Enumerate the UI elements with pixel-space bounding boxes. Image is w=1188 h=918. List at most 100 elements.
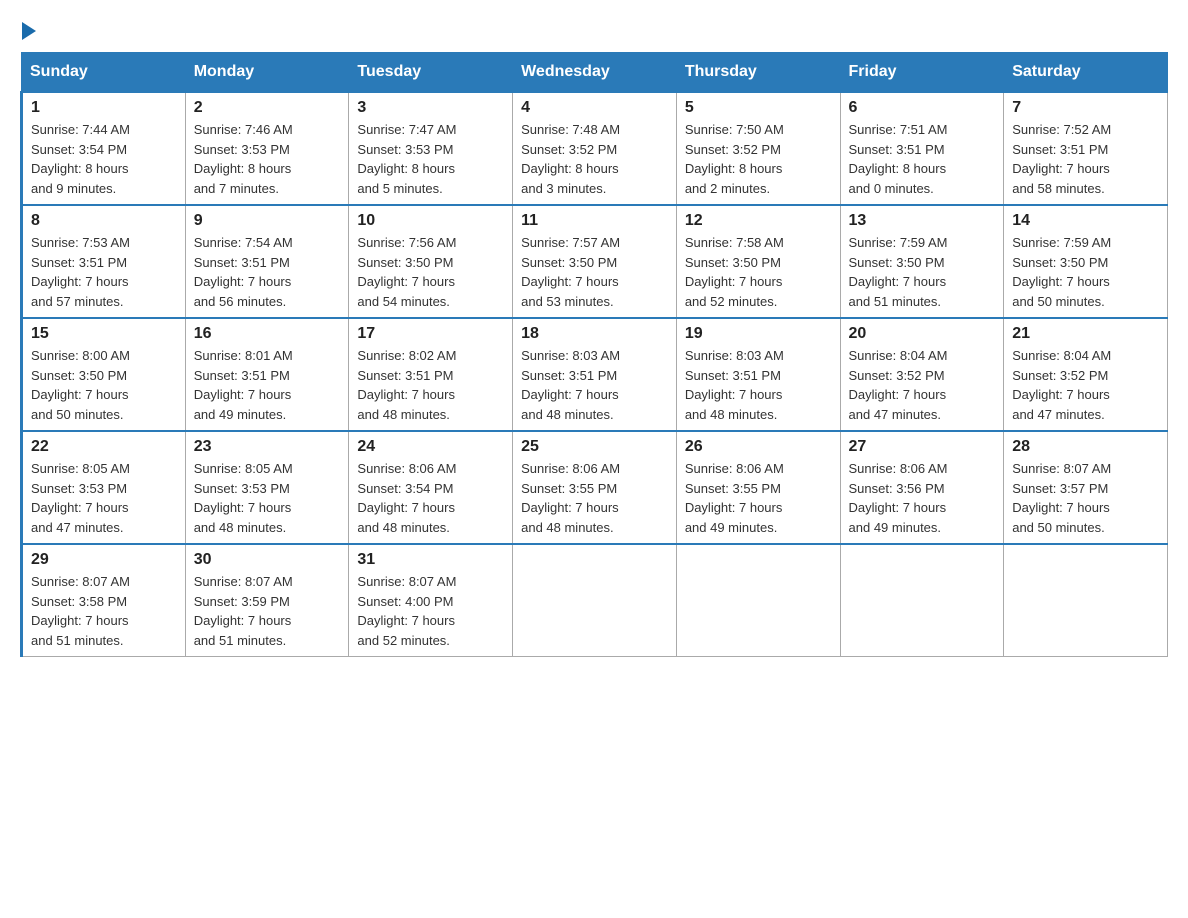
day-info: Sunrise: 7:57 AMSunset: 3:50 PMDaylight:…	[521, 235, 620, 309]
day-info: Sunrise: 7:54 AMSunset: 3:51 PMDaylight:…	[194, 235, 293, 309]
calendar-cell: 13 Sunrise: 7:59 AMSunset: 3:50 PMDaylig…	[840, 205, 1004, 318]
calendar-cell: 24 Sunrise: 8:06 AMSunset: 3:54 PMDaylig…	[349, 431, 513, 544]
calendar-cell: 6 Sunrise: 7:51 AMSunset: 3:51 PMDayligh…	[840, 92, 1004, 205]
day-number: 9	[194, 212, 341, 230]
calendar-cell: 17 Sunrise: 8:02 AMSunset: 3:51 PMDaylig…	[349, 318, 513, 431]
day-info: Sunrise: 8:03 AMSunset: 3:51 PMDaylight:…	[685, 348, 784, 422]
calendar-cell: 4 Sunrise: 7:48 AMSunset: 3:52 PMDayligh…	[513, 92, 677, 205]
calendar-cell: 11 Sunrise: 7:57 AMSunset: 3:50 PMDaylig…	[513, 205, 677, 318]
calendar-cell	[513, 544, 677, 657]
col-header-sunday: Sunday	[22, 53, 186, 93]
col-header-wednesday: Wednesday	[513, 53, 677, 93]
calendar-cell: 8 Sunrise: 7:53 AMSunset: 3:51 PMDayligh…	[22, 205, 186, 318]
day-info: Sunrise: 7:53 AMSunset: 3:51 PMDaylight:…	[31, 235, 130, 309]
day-number: 6	[849, 99, 996, 117]
day-info: Sunrise: 8:03 AMSunset: 3:51 PMDaylight:…	[521, 348, 620, 422]
week-row-4: 22 Sunrise: 8:05 AMSunset: 3:53 PMDaylig…	[22, 431, 1168, 544]
calendar-cell: 5 Sunrise: 7:50 AMSunset: 3:52 PMDayligh…	[676, 92, 840, 205]
day-info: Sunrise: 7:59 AMSunset: 3:50 PMDaylight:…	[849, 235, 948, 309]
day-info: Sunrise: 7:51 AMSunset: 3:51 PMDaylight:…	[849, 122, 948, 196]
calendar-cell	[676, 544, 840, 657]
day-info: Sunrise: 8:04 AMSunset: 3:52 PMDaylight:…	[849, 348, 948, 422]
day-number: 18	[521, 325, 668, 343]
week-row-1: 1 Sunrise: 7:44 AMSunset: 3:54 PMDayligh…	[22, 92, 1168, 205]
calendar-cell: 21 Sunrise: 8:04 AMSunset: 3:52 PMDaylig…	[1004, 318, 1168, 431]
day-number: 15	[31, 325, 177, 343]
day-number: 5	[685, 99, 832, 117]
day-info: Sunrise: 7:52 AMSunset: 3:51 PMDaylight:…	[1012, 122, 1111, 196]
day-number: 19	[685, 325, 832, 343]
day-info: Sunrise: 8:01 AMSunset: 3:51 PMDaylight:…	[194, 348, 293, 422]
calendar-table: SundayMondayTuesdayWednesdayThursdayFrid…	[20, 52, 1168, 657]
day-number: 16	[194, 325, 341, 343]
logo	[20, 20, 36, 36]
day-number: 29	[31, 551, 177, 569]
day-info: Sunrise: 7:58 AMSunset: 3:50 PMDaylight:…	[685, 235, 784, 309]
day-info: Sunrise: 8:04 AMSunset: 3:52 PMDaylight:…	[1012, 348, 1111, 422]
week-row-2: 8 Sunrise: 7:53 AMSunset: 3:51 PMDayligh…	[22, 205, 1168, 318]
day-info: Sunrise: 8:05 AMSunset: 3:53 PMDaylight:…	[31, 461, 130, 535]
day-info: Sunrise: 7:46 AMSunset: 3:53 PMDaylight:…	[194, 122, 293, 196]
day-number: 25	[521, 438, 668, 456]
day-info: Sunrise: 8:02 AMSunset: 3:51 PMDaylight:…	[357, 348, 456, 422]
calendar-cell: 31 Sunrise: 8:07 AMSunset: 4:00 PMDaylig…	[349, 544, 513, 657]
col-header-thursday: Thursday	[676, 53, 840, 93]
calendar-cell: 12 Sunrise: 7:58 AMSunset: 3:50 PMDaylig…	[676, 205, 840, 318]
calendar-cell: 19 Sunrise: 8:03 AMSunset: 3:51 PMDaylig…	[676, 318, 840, 431]
calendar-cell: 10 Sunrise: 7:56 AMSunset: 3:50 PMDaylig…	[349, 205, 513, 318]
calendar-cell: 30 Sunrise: 8:07 AMSunset: 3:59 PMDaylig…	[185, 544, 349, 657]
day-number: 30	[194, 551, 341, 569]
day-info: Sunrise: 8:07 AMSunset: 3:59 PMDaylight:…	[194, 574, 293, 648]
col-header-tuesday: Tuesday	[349, 53, 513, 93]
day-number: 8	[31, 212, 177, 230]
calendar-cell: 28 Sunrise: 8:07 AMSunset: 3:57 PMDaylig…	[1004, 431, 1168, 544]
calendar-cell: 18 Sunrise: 8:03 AMSunset: 3:51 PMDaylig…	[513, 318, 677, 431]
day-number: 17	[357, 325, 504, 343]
day-number: 20	[849, 325, 996, 343]
day-number: 31	[357, 551, 504, 569]
day-number: 23	[194, 438, 341, 456]
day-number: 14	[1012, 212, 1159, 230]
calendar-cell: 15 Sunrise: 8:00 AMSunset: 3:50 PMDaylig…	[22, 318, 186, 431]
col-header-friday: Friday	[840, 53, 1004, 93]
calendar-cell: 1 Sunrise: 7:44 AMSunset: 3:54 PMDayligh…	[22, 92, 186, 205]
day-info: Sunrise: 7:56 AMSunset: 3:50 PMDaylight:…	[357, 235, 456, 309]
day-info: Sunrise: 8:00 AMSunset: 3:50 PMDaylight:…	[31, 348, 130, 422]
header	[20, 20, 1168, 36]
calendar-cell: 25 Sunrise: 8:06 AMSunset: 3:55 PMDaylig…	[513, 431, 677, 544]
day-info: Sunrise: 8:06 AMSunset: 3:56 PMDaylight:…	[849, 461, 948, 535]
calendar-cell: 16 Sunrise: 8:01 AMSunset: 3:51 PMDaylig…	[185, 318, 349, 431]
calendar-cell: 27 Sunrise: 8:06 AMSunset: 3:56 PMDaylig…	[840, 431, 1004, 544]
calendar-header-row: SundayMondayTuesdayWednesdayThursdayFrid…	[22, 53, 1168, 93]
day-number: 13	[849, 212, 996, 230]
calendar-cell: 29 Sunrise: 8:07 AMSunset: 3:58 PMDaylig…	[22, 544, 186, 657]
day-number: 10	[357, 212, 504, 230]
calendar-cell: 22 Sunrise: 8:05 AMSunset: 3:53 PMDaylig…	[22, 431, 186, 544]
day-info: Sunrise: 8:05 AMSunset: 3:53 PMDaylight:…	[194, 461, 293, 535]
week-row-3: 15 Sunrise: 8:00 AMSunset: 3:50 PMDaylig…	[22, 318, 1168, 431]
day-number: 26	[685, 438, 832, 456]
calendar-cell: 7 Sunrise: 7:52 AMSunset: 3:51 PMDayligh…	[1004, 92, 1168, 205]
calendar-cell: 20 Sunrise: 8:04 AMSunset: 3:52 PMDaylig…	[840, 318, 1004, 431]
day-number: 24	[357, 438, 504, 456]
day-number: 12	[685, 212, 832, 230]
day-number: 4	[521, 99, 668, 117]
day-number: 27	[849, 438, 996, 456]
calendar-cell: 23 Sunrise: 8:05 AMSunset: 3:53 PMDaylig…	[185, 431, 349, 544]
calendar-cell: 2 Sunrise: 7:46 AMSunset: 3:53 PMDayligh…	[185, 92, 349, 205]
day-number: 22	[31, 438, 177, 456]
day-info: Sunrise: 8:07 AMSunset: 3:58 PMDaylight:…	[31, 574, 130, 648]
day-info: Sunrise: 7:50 AMSunset: 3:52 PMDaylight:…	[685, 122, 784, 196]
day-info: Sunrise: 7:48 AMSunset: 3:52 PMDaylight:…	[521, 122, 620, 196]
day-number: 3	[357, 99, 504, 117]
day-info: Sunrise: 8:07 AMSunset: 3:57 PMDaylight:…	[1012, 461, 1111, 535]
day-number: 28	[1012, 438, 1159, 456]
day-info: Sunrise: 7:59 AMSunset: 3:50 PMDaylight:…	[1012, 235, 1111, 309]
logo-arrow-icon	[22, 22, 36, 40]
calendar-cell: 9 Sunrise: 7:54 AMSunset: 3:51 PMDayligh…	[185, 205, 349, 318]
day-info: Sunrise: 7:44 AMSunset: 3:54 PMDaylight:…	[31, 122, 130, 196]
day-number: 21	[1012, 325, 1159, 343]
calendar-cell	[1004, 544, 1168, 657]
col-header-saturday: Saturday	[1004, 53, 1168, 93]
day-number: 1	[31, 99, 177, 117]
